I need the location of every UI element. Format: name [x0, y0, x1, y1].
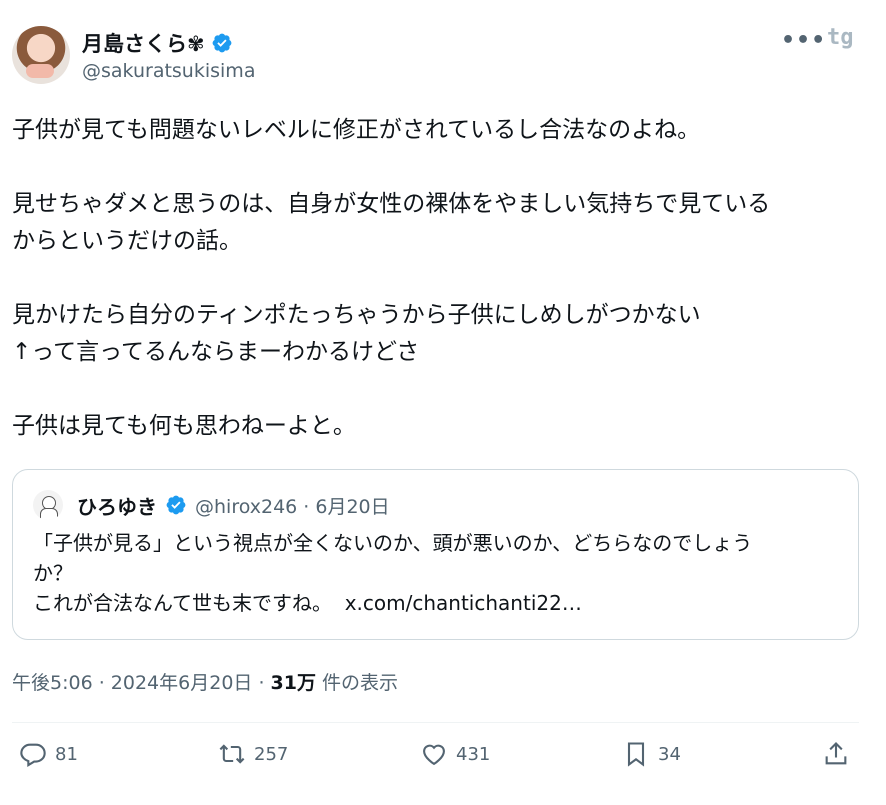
quoted-line: 「子供が見る」という視点が全くないのか、頭が悪いのか、どちらなのでしょう [33, 531, 753, 555]
quoted-tweet-text: 「子供が見る」という視点が全くないのか、頭が悪いのか、どちらなのでしょう か？ … [33, 528, 848, 618]
more-options-icon[interactable]: ••• [781, 28, 826, 53]
reply-icon [20, 743, 46, 767]
reply-button[interactable]: 81 [19, 740, 78, 768]
quoted-line-text: これが合法なんて世も末ですね。 [33, 591, 332, 615]
quoted-tweet-card[interactable]: ひろゆき @hirox246 · 6月20日 「子供が見る」という視点が全くない… [12, 469, 859, 640]
share-button[interactable] [822, 740, 850, 768]
verified-badge-icon [166, 495, 186, 515]
action-bar: 81 257 431 34 [0, 740, 886, 780]
tweet-text: 子供が見ても問題ないレベルに修正がされているし合法なのよね。 見せちゃダメと思う… [12, 112, 874, 445]
like-button[interactable]: 431 [420, 740, 490, 768]
bookmark-icon [627, 742, 645, 767]
quoted-line: これが合法なんて世も末ですね。 x.com/chantichanti22… [33, 588, 848, 618]
views-count: 31万 [270, 672, 316, 694]
retweet-button[interactable]: 257 [218, 740, 288, 768]
tweet-line: 子供は見ても何も思わねーよと。 [12, 413, 356, 439]
retweet-count: 257 [254, 743, 289, 765]
author-display-name[interactable]: 月島さくら✾ [82, 28, 205, 58]
views-label: 件の表示 [315, 672, 399, 694]
share-icon [825, 742, 847, 765]
avatar-hand [26, 64, 54, 78]
tweet-timestamp[interactable]: 午後5:06 · 2024年6月20日 · [12, 672, 271, 694]
tweet-line: ↑って言ってるんならまーわかるけどさ [12, 339, 420, 365]
tweet-line: 子供が見ても問題ないレベルに修正がされているし合法なのよね。 [12, 117, 701, 143]
quoted-author-avatar [33, 490, 63, 520]
bookmark-count: 34 [658, 743, 681, 765]
quoted-link[interactable]: x.com/chantichanti22… [345, 591, 582, 615]
reply-count: 81 [55, 743, 78, 765]
quoted-handle-date: @hirox246 · 6月20日 [195, 495, 390, 518]
tweet-line: 見かけたら自分のティンポたっちゃうから子供にしめしがつかない [12, 302, 701, 328]
grok-logo-icon[interactable]: tg [827, 25, 854, 50]
verified-badge-icon [212, 33, 232, 53]
tweet-meta: 午後5:06 · 2024年6月20日 · 31万 件の表示 [12, 668, 398, 695]
avatar-body [40, 508, 58, 520]
heart-icon [423, 744, 445, 766]
tweet-line: 見せちゃダメと思うのは、自身が女性の裸体をやましい気持ちで見ている [12, 191, 771, 217]
author-handle[interactable]: @sakuratsukisima [82, 60, 255, 82]
bookmark-button[interactable]: 34 [622, 740, 681, 768]
divider [12, 722, 859, 723]
quoted-author-name: ひろゆき [77, 494, 157, 519]
quoted-tweet-header: ひろゆき @hirox246 · 6月20日 [33, 490, 390, 520]
author-name-row: 月島さくら✾ [82, 28, 233, 58]
tweet-line: からというだけの話。 [12, 228, 242, 254]
retweet-icon [219, 744, 245, 764]
author-avatar[interactable] [12, 26, 70, 84]
quoted-line: か？ [33, 561, 73, 585]
like-count: 431 [456, 743, 491, 765]
